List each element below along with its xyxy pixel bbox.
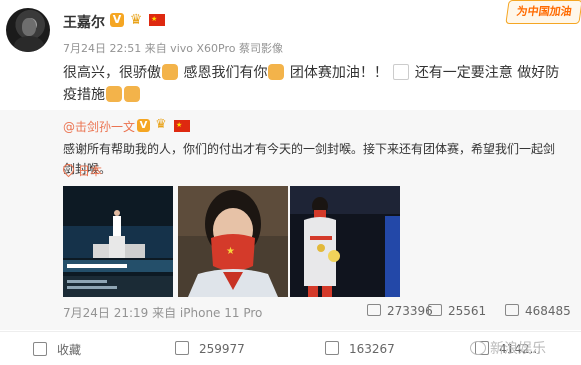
post-text-part3: 团体赛加油！！	[289, 65, 388, 81]
verified-badge-icon: V	[110, 13, 124, 27]
photo-portrait[interactable]: ★	[178, 186, 288, 297]
repost-icon	[175, 341, 189, 355]
author-name[interactable]: 王嘉尔	[63, 12, 105, 32]
repost-icon	[367, 304, 381, 316]
comment-icon	[325, 341, 339, 355]
crown-icon: ♛	[129, 12, 143, 28]
location-link[interactable]: 日本	[60, 161, 103, 179]
crown-icon: ♛	[155, 117, 167, 132]
repost-like-stat[interactable]: 468485	[505, 304, 571, 318]
pray-hands-icon	[106, 86, 122, 102]
repost-button[interactable]: 259977	[175, 341, 245, 356]
repost-meta: 7月24日 21:19 来自 iPhone 11 Pro	[63, 306, 263, 320]
repost-author[interactable]: @击剑孙一文	[63, 118, 135, 135]
favorite-icon	[33, 342, 47, 356]
photo-podium[interactable]	[63, 186, 173, 297]
pray-hands-icon	[124, 86, 140, 102]
post-meta: 7月24日 22:51 来自 vivo X60Pro 蔡司影像	[63, 42, 283, 55]
like-icon	[505, 304, 519, 316]
watermark: 新浪娱乐	[470, 338, 546, 358]
repost-comment-stat[interactable]: 25561	[428, 304, 486, 318]
fencing-icon	[393, 64, 410, 80]
svg-text:★: ★	[226, 246, 235, 257]
avatar[interactable]	[6, 8, 50, 52]
campaign-badge[interactable]: 为中国加油	[505, 0, 581, 24]
location-label: 日本	[78, 164, 103, 178]
footer-divider	[0, 331, 581, 332]
repost-share-stat[interactable]: 273396	[367, 304, 433, 318]
location-pin-icon	[60, 161, 77, 178]
comment-icon	[428, 304, 442, 316]
favorite-button[interactable]: 收藏	[33, 341, 81, 358]
weibo-logo-icon	[470, 341, 486, 355]
photo-medal[interactable]	[290, 186, 400, 297]
pray-hands-icon	[268, 64, 285, 80]
china-flag-icon: ★	[174, 120, 190, 132]
post-text-part1: 很高兴，很骄傲	[63, 65, 161, 81]
verified-badge-icon: V	[137, 119, 150, 132]
repost-text: 感谢所有帮助我的人，你们的付出才有今天的一剑封喉。接下来还有团体赛，希望我们一起…	[63, 142, 556, 176]
pray-hands-icon	[162, 64, 178, 80]
comment-button[interactable]: 163267	[325, 341, 395, 356]
post-text: 很高兴，很骄傲 感恩我们有你 团体赛加油！！ 还有一定要注意 做好防疫措施	[63, 62, 563, 106]
post-text-part2: 感恩我们有你	[183, 65, 268, 81]
china-flag-icon: ★	[149, 14, 165, 26]
